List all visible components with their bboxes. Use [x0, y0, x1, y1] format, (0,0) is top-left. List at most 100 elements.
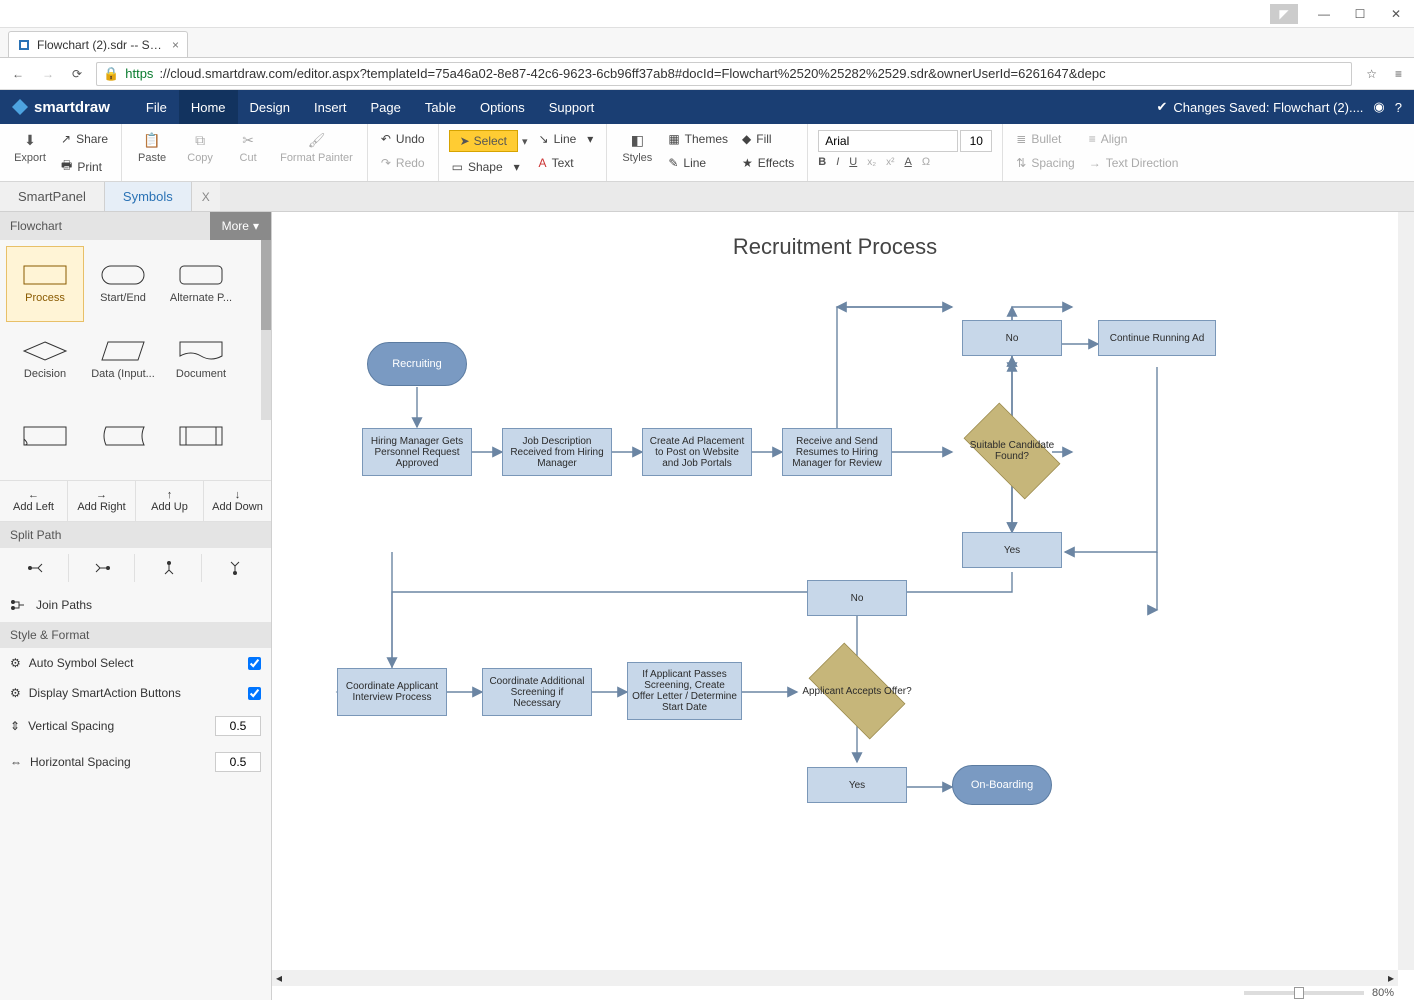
menu-support[interactable]: Support — [537, 90, 607, 124]
line-tool-button[interactable]: ↘Line▾ — [536, 130, 597, 148]
tab-symbols[interactable]: Symbols — [105, 182, 192, 211]
shape-extra1[interactable] — [6, 398, 84, 474]
back-button[interactable]: ← — [8, 63, 28, 85]
node-onboarding[interactable]: On-Boarding — [952, 765, 1052, 805]
node-yes2[interactable]: Yes — [807, 767, 907, 803]
font-size-input[interactable] — [960, 130, 992, 152]
menu-options[interactable]: Options — [468, 90, 537, 124]
auto-symbol-checkbox[interactable] — [248, 657, 261, 670]
menu-file[interactable]: File — [134, 90, 179, 124]
shape-startend[interactable]: Start/End — [84, 246, 162, 322]
print-button[interactable]: 🖶Print — [58, 154, 111, 179]
format-painter-button[interactable]: 🖌Format Painter — [276, 130, 357, 166]
zoom-thumb[interactable] — [1294, 987, 1304, 999]
add-left-button[interactable]: ←Add Left — [0, 481, 68, 521]
select-button[interactable]: ➤Select — [449, 130, 518, 152]
minimize-button[interactable]: — — [1306, 0, 1342, 28]
shape-tool-button[interactable]: ▭Shape▾ — [449, 158, 528, 176]
scroll-right-icon[interactable]: ▸ — [1384, 971, 1398, 985]
omega-button[interactable]: Ω — [922, 156, 930, 168]
node-accepts[interactable]: Applicant Accepts Offer? — [797, 656, 917, 726]
scrollbar-thumb[interactable] — [261, 240, 271, 330]
share-button[interactable]: ↗Share — [58, 130, 111, 148]
node-coord-screen[interactable]: Coordinate Additional Screening if Neces… — [482, 668, 592, 716]
diagram-canvas[interactable]: Recruitment Process — [272, 212, 1398, 970]
node-recruiting[interactable]: Recruiting — [367, 342, 467, 386]
display-sa-checkbox[interactable] — [248, 687, 261, 700]
shape-alternate[interactable]: Alternate P... — [162, 246, 240, 322]
align-button[interactable]: ≡Align — [1086, 130, 1182, 148]
node-create-ad[interactable]: Create Ad Placement to Post on Website a… — [642, 428, 752, 476]
node-no2[interactable]: No — [807, 580, 907, 616]
paste-button[interactable]: 📋Paste — [132, 130, 172, 166]
node-suitable[interactable]: Suitable Candidate Found? — [952, 416, 1072, 486]
app-logo[interactable]: smartdraw — [12, 99, 110, 116]
zoom-slider[interactable] — [1244, 991, 1364, 995]
shape-document[interactable]: Document — [162, 322, 240, 398]
address-bar[interactable]: 🔒 https://cloud.smartdraw.com/editor.asp… — [96, 62, 1352, 86]
themes-button[interactable]: ▦Themes — [665, 130, 731, 148]
fill-button[interactable]: ◆Fill — [739, 130, 797, 148]
add-up-button[interactable]: ↑Add Up — [136, 481, 204, 521]
tab-smartpanel[interactable]: SmartPanel — [0, 182, 105, 211]
shape-extra3[interactable] — [162, 398, 240, 474]
select-dropdown-icon[interactable]: ▾ — [522, 135, 528, 148]
tab-close-icon[interactable]: × — [172, 38, 179, 52]
shape-decision[interactable]: Decision — [6, 322, 84, 398]
underline-button[interactable]: U — [849, 156, 857, 168]
menu-insert[interactable]: Insert — [302, 90, 359, 124]
hspacing-input[interactable] — [215, 752, 261, 772]
effects-button[interactable]: ★Effects — [739, 154, 797, 172]
bookmark-icon[interactable]: ☆ — [1362, 63, 1381, 85]
forward-button[interactable]: → — [38, 63, 58, 85]
menu-home[interactable]: Home — [179, 90, 238, 124]
export-button[interactable]: ⬇Export — [10, 130, 50, 166]
undo-button[interactable]: ↶Undo — [378, 130, 428, 148]
chevron-down-icon[interactable]: ▾ — [587, 132, 593, 146]
add-down-button[interactable]: ↓Add Down — [204, 481, 271, 521]
superscript-button[interactable]: x² — [886, 157, 894, 168]
scroll-left-icon[interactable]: ◂ — [272, 971, 286, 985]
tab-close-button[interactable]: X — [192, 182, 220, 211]
subscript-button[interactable]: x₂ — [867, 157, 876, 168]
canvas-vertical-scrollbar[interactable] — [1398, 212, 1414, 970]
node-continue-ad[interactable]: Continue Running Ad — [1098, 320, 1216, 356]
shape-process[interactable]: Process — [6, 246, 84, 322]
shape-scrollbar[interactable] — [261, 240, 271, 420]
spacing-button[interactable]: ⇅Spacing — [1013, 154, 1077, 172]
shape-extra2[interactable] — [84, 398, 162, 474]
bold-button[interactable]: B — [818, 156, 826, 168]
add-right-button[interactable]: →Add Right — [68, 481, 136, 521]
split-left-button[interactable] — [71, 554, 136, 582]
node-offer-letter[interactable]: If Applicant Passes Screening, Create Of… — [627, 662, 742, 720]
node-coord-interview[interactable]: Coordinate Applicant Interview Process — [337, 668, 447, 716]
close-window-button[interactable]: ✕ — [1378, 0, 1414, 28]
menu-table[interactable]: Table — [413, 90, 468, 124]
font-color-button[interactable]: A — [904, 156, 911, 168]
split-down-button[interactable] — [137, 554, 202, 582]
node-yes1[interactable]: Yes — [962, 532, 1062, 568]
split-right-button[interactable] — [4, 554, 69, 582]
bullet-button[interactable]: ≣Bullet — [1013, 130, 1077, 148]
menu-design[interactable]: Design — [238, 90, 302, 124]
copy-button[interactable]: ⧉Copy — [180, 130, 220, 166]
text-tool-button[interactable]: AText — [536, 154, 597, 172]
node-receive-send[interactable]: Receive and Send Resumes to Hiring Manag… — [782, 428, 892, 476]
reload-button[interactable]: ⟳ — [68, 63, 86, 85]
line-style-button[interactable]: ✎Line — [665, 154, 731, 172]
canvas-area[interactable]: Recruitment Process — [272, 212, 1414, 1000]
node-no1[interactable]: No — [962, 320, 1062, 356]
text-direction-button[interactable]: →Text Direction — [1086, 154, 1182, 172]
more-button[interactable]: More▾ — [210, 212, 271, 240]
account-icon[interactable]: ◉ — [1373, 99, 1384, 115]
redo-button[interactable]: ↷Redo — [378, 154, 428, 172]
node-hm-approved[interactable]: Hiring Manager Gets Personnel Request Ap… — [362, 428, 472, 476]
canvas-horizontal-scrollbar[interactable]: ◂▸ — [272, 970, 1398, 986]
cut-button[interactable]: ✂Cut — [228, 130, 268, 166]
join-paths-button[interactable]: Join Paths — [0, 588, 271, 622]
shape-data[interactable]: Data (Input... — [84, 322, 162, 398]
help-icon[interactable]: ? — [1395, 100, 1402, 115]
chevron-down-icon[interactable]: ▾ — [514, 160, 520, 174]
node-jd-received[interactable]: Job Description Received from Hiring Man… — [502, 428, 612, 476]
italic-button[interactable]: I — [836, 156, 839, 168]
